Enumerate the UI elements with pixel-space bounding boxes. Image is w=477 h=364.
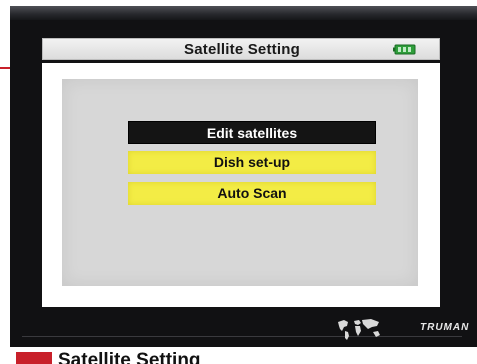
tv-screen: Satellite Setting Edit satellites Dish s… <box>10 6 477 347</box>
menu-panel: Edit satellites Dish set-up Auto Scan <box>62 79 418 286</box>
battery-icon <box>393 44 416 55</box>
menu-item-edit-satellites[interactable]: Edit satellites <box>128 121 376 144</box>
caption-text: Satellite Setting <box>58 350 201 364</box>
footer-divider <box>22 336 462 337</box>
page: Satellite Setting Edit satellites Dish s… <box>0 0 477 364</box>
brand-logo: TRUMAN <box>420 322 470 333</box>
menu-item-dish-setup[interactable]: Dish set-up <box>128 151 376 174</box>
menu-item-auto-scan[interactable]: Auto Scan <box>128 182 376 205</box>
header-bar: Satellite Setting <box>42 38 440 60</box>
caption-marker <box>16 352 52 364</box>
main-panel: Edit satellites Dish set-up Auto Scan <box>42 63 440 307</box>
world-map-icon <box>338 319 380 340</box>
screen-glare <box>10 6 477 20</box>
page-title: Satellite Setting <box>184 41 300 58</box>
caption-bar: Satellite Setting <box>0 348 477 364</box>
